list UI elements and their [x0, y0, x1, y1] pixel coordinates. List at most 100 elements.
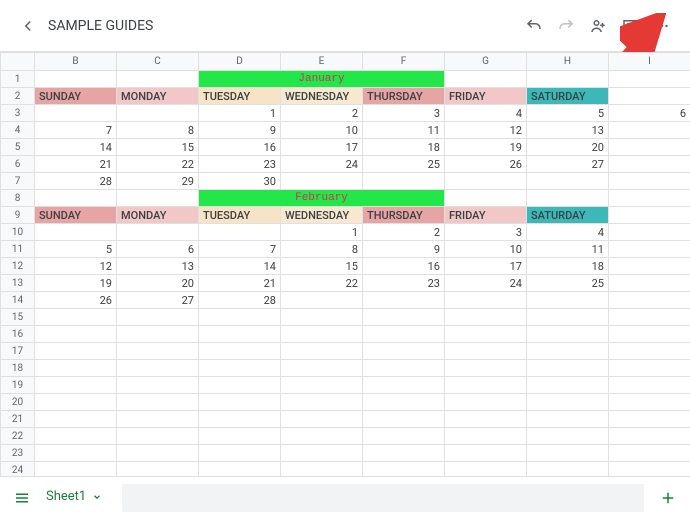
- cell[interactable]: [527, 173, 609, 190]
- cell[interactable]: 12: [445, 122, 527, 139]
- cell[interactable]: 6: [117, 241, 199, 258]
- row-header[interactable]: 14: [1, 292, 35, 309]
- row-header[interactable]: 12: [1, 258, 35, 275]
- cell[interactable]: 27: [527, 156, 609, 173]
- cell[interactable]: [445, 360, 527, 377]
- month-title[interactable]: January: [199, 71, 445, 88]
- undo-button[interactable]: [518, 10, 550, 42]
- cell[interactable]: [363, 411, 445, 428]
- cell[interactable]: [363, 360, 445, 377]
- cell[interactable]: [199, 445, 281, 462]
- day-header[interactable]: SUNDAY: [35, 88, 117, 105]
- cell[interactable]: [445, 445, 527, 462]
- day-header[interactable]: TUESDAY: [199, 88, 281, 105]
- cell[interactable]: 15: [281, 258, 363, 275]
- cell[interactable]: [35, 343, 117, 360]
- cell[interactable]: 25: [363, 156, 445, 173]
- cell[interactable]: [281, 309, 363, 326]
- add-sheet-button[interactable]: [654, 484, 682, 512]
- cell[interactable]: [199, 394, 281, 411]
- cell[interactable]: 21: [35, 156, 117, 173]
- cell[interactable]: 5: [527, 105, 609, 122]
- comments-button[interactable]: [614, 10, 646, 42]
- cell[interactable]: 17: [281, 139, 363, 156]
- cell[interactable]: [445, 462, 527, 477]
- cell[interactable]: [281, 428, 363, 445]
- cell[interactable]: [117, 360, 199, 377]
- sheet-tab-active[interactable]: Sheet1: [36, 477, 112, 519]
- cell[interactable]: [363, 309, 445, 326]
- cell[interactable]: [445, 173, 527, 190]
- cell[interactable]: [609, 122, 690, 139]
- cell[interactable]: [35, 428, 117, 445]
- cell[interactable]: 4: [445, 105, 527, 122]
- day-header[interactable]: WEDNESDAY: [281, 207, 363, 224]
- cell[interactable]: 21: [199, 275, 281, 292]
- cell[interactable]: 9: [199, 122, 281, 139]
- cell[interactable]: [199, 309, 281, 326]
- cell[interactable]: [609, 173, 690, 190]
- cell[interactable]: [199, 326, 281, 343]
- cell[interactable]: 23: [199, 156, 281, 173]
- day-header[interactable]: SATURDAY: [527, 207, 609, 224]
- cell[interactable]: [527, 445, 609, 462]
- share-button[interactable]: [582, 10, 614, 42]
- cell[interactable]: [199, 411, 281, 428]
- cell[interactable]: 20: [527, 139, 609, 156]
- cell[interactable]: 18: [363, 139, 445, 156]
- cell[interactable]: [527, 411, 609, 428]
- cell[interactable]: 4: [527, 224, 609, 241]
- row-header[interactable]: 21: [1, 411, 35, 428]
- day-header[interactable]: MONDAY: [117, 207, 199, 224]
- cell[interactable]: [117, 462, 199, 477]
- cell[interactable]: 13: [117, 258, 199, 275]
- cell[interactable]: [35, 360, 117, 377]
- row-header[interactable]: 19: [1, 377, 35, 394]
- row-header[interactable]: 17: [1, 343, 35, 360]
- cell[interactable]: [35, 411, 117, 428]
- cell[interactable]: [363, 173, 445, 190]
- cell[interactable]: 26: [445, 156, 527, 173]
- cell[interactable]: [609, 139, 690, 156]
- cell[interactable]: [35, 445, 117, 462]
- more-button[interactable]: [646, 10, 678, 42]
- cell[interactable]: [35, 326, 117, 343]
- cell[interactable]: [609, 224, 690, 241]
- month-title[interactable]: February: [199, 190, 445, 207]
- cell[interactable]: [527, 377, 609, 394]
- cell[interactable]: [117, 411, 199, 428]
- redo-button[interactable]: [550, 10, 582, 42]
- cell[interactable]: 6: [609, 105, 690, 122]
- cell[interactable]: 16: [199, 139, 281, 156]
- cell[interactable]: [445, 394, 527, 411]
- cell[interactable]: 11: [363, 122, 445, 139]
- row-header[interactable]: 16: [1, 326, 35, 343]
- cell[interactable]: 22: [281, 275, 363, 292]
- select-all-corner[interactable]: [1, 53, 35, 71]
- cell[interactable]: 26: [35, 292, 117, 309]
- cell[interactable]: 14: [35, 139, 117, 156]
- cell[interactable]: [609, 462, 690, 477]
- cell[interactable]: 14: [199, 258, 281, 275]
- cell[interactable]: [199, 377, 281, 394]
- day-header[interactable]: MONDAY: [117, 88, 199, 105]
- cell[interactable]: [35, 71, 117, 88]
- cell[interactable]: 5: [35, 241, 117, 258]
- cell[interactable]: [363, 377, 445, 394]
- cell[interactable]: 25: [527, 275, 609, 292]
- cell[interactable]: [35, 190, 117, 207]
- cell[interactable]: 2: [281, 105, 363, 122]
- cell[interactable]: [445, 428, 527, 445]
- cell[interactable]: [445, 309, 527, 326]
- cell[interactable]: [363, 428, 445, 445]
- cell[interactable]: 10: [281, 122, 363, 139]
- cell[interactable]: 10: [445, 241, 527, 258]
- row-header[interactable]: 13: [1, 275, 35, 292]
- row-header[interactable]: 15: [1, 309, 35, 326]
- cell[interactable]: [445, 190, 527, 207]
- cell[interactable]: [445, 343, 527, 360]
- cell[interactable]: 28: [35, 173, 117, 190]
- cell[interactable]: [281, 292, 363, 309]
- day-header[interactable]: WEDNESDAY: [281, 88, 363, 105]
- cell[interactable]: 24: [445, 275, 527, 292]
